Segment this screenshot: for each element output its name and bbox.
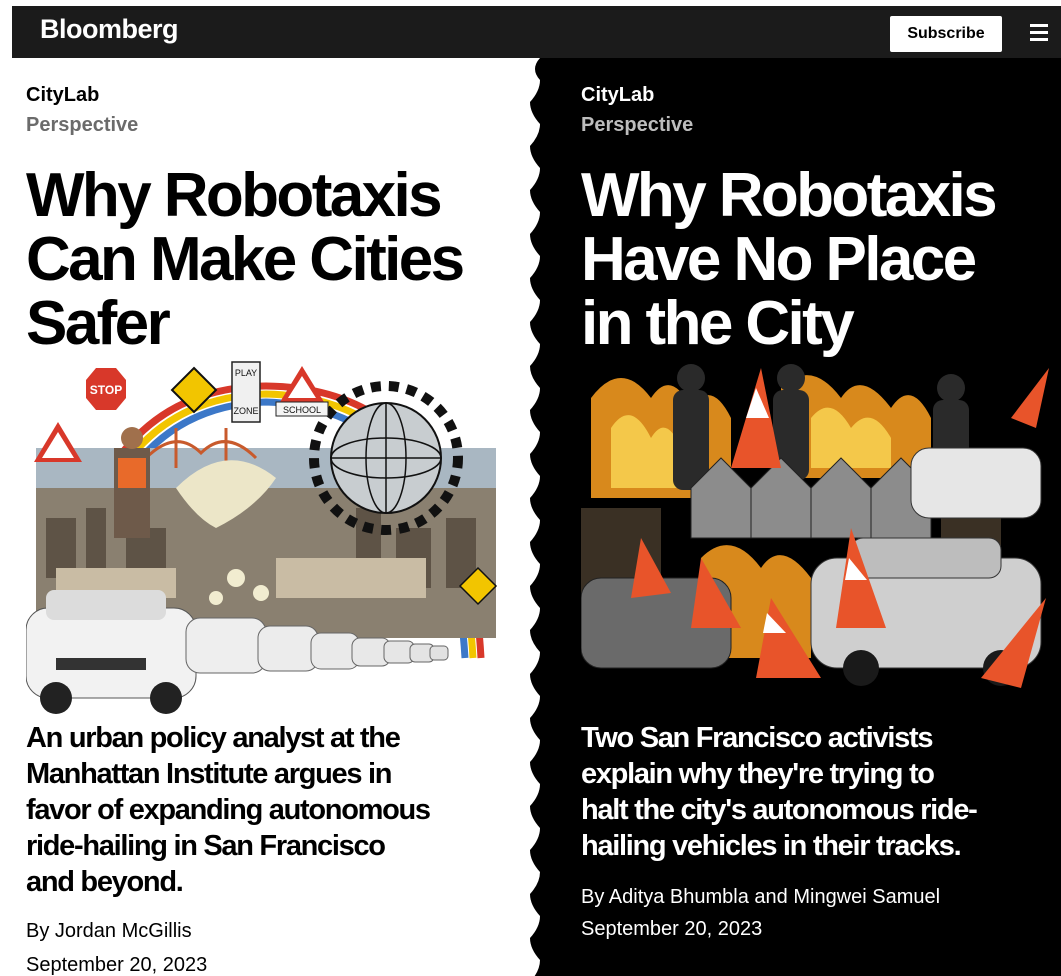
- play-sign-text: PLAY: [235, 368, 257, 378]
- subsection-label: Perspective: [581, 114, 694, 136]
- headline-line: in the City: [581, 289, 855, 358]
- subscribe-button[interactable]: Subscribe: [890, 16, 1002, 52]
- article-dek: Two San Francisco activists explain why …: [581, 720, 1051, 864]
- article-date: September 20, 2023: [26, 954, 208, 976]
- section-label[interactable]: CityLab: [581, 84, 654, 107]
- robotaxi-protest-collage-image[interactable]: [581, 358, 1061, 718]
- headline-line: Have No Place: [581, 225, 977, 294]
- subsection-label: Perspective: [26, 114, 139, 136]
- dek-line: ride-hailing in San Francisco: [26, 830, 386, 862]
- article-byline: By Aditya Bhumbla and Mingwei Samuel: [581, 886, 941, 908]
- article-dek: An urban policy analyst at the Manhattan…: [26, 720, 516, 900]
- bloomberg-logo[interactable]: Bloomberg: [40, 14, 179, 45]
- article-date: September 20, 2023: [581, 918, 763, 940]
- article-headline[interactable]: Why Robotaxis Can Make Cities Safer: [26, 164, 546, 356]
- headline-line: Can Make Cities: [26, 225, 465, 294]
- hamburger-menu-icon[interactable]: [1030, 24, 1048, 41]
- dek-line: explain why they're trying to: [581, 758, 935, 790]
- top-navigation-bar: Bloomberg Subscribe: [12, 6, 1061, 58]
- robotaxi-collage-image[interactable]: STOP PLAY ZONE SCHOOL: [26, 358, 506, 718]
- dek-line: favor of expanding autonomous: [26, 794, 431, 826]
- dek-line: Two San Francisco activists: [581, 722, 933, 754]
- dek-line: Manhattan Institute argues in: [26, 758, 392, 790]
- stop-sign-text: STOP: [90, 383, 122, 397]
- zone-sign-text: ZONE: [233, 406, 258, 416]
- section-label[interactable]: CityLab: [26, 84, 99, 107]
- article-byline: By Jordan McGillis: [26, 920, 192, 942]
- dek-line: and beyond.: [26, 866, 184, 898]
- page: Bloomberg Subscribe CityLab Perspective …: [0, 0, 1061, 976]
- headline-line: Safer: [26, 289, 171, 358]
- school-sign-text: SCHOOL: [283, 405, 321, 415]
- headline-line: Why Robotaxis: [581, 161, 998, 230]
- headline-line: Why Robotaxis: [26, 161, 443, 230]
- article-headline[interactable]: Why Robotaxis Have No Place in the City: [581, 164, 1061, 356]
- dek-line: An urban policy analyst at the: [26, 722, 401, 754]
- dek-line: halt the city's autonomous ride-: [581, 794, 978, 826]
- dek-line: hailing vehicles in their tracks.: [581, 830, 962, 862]
